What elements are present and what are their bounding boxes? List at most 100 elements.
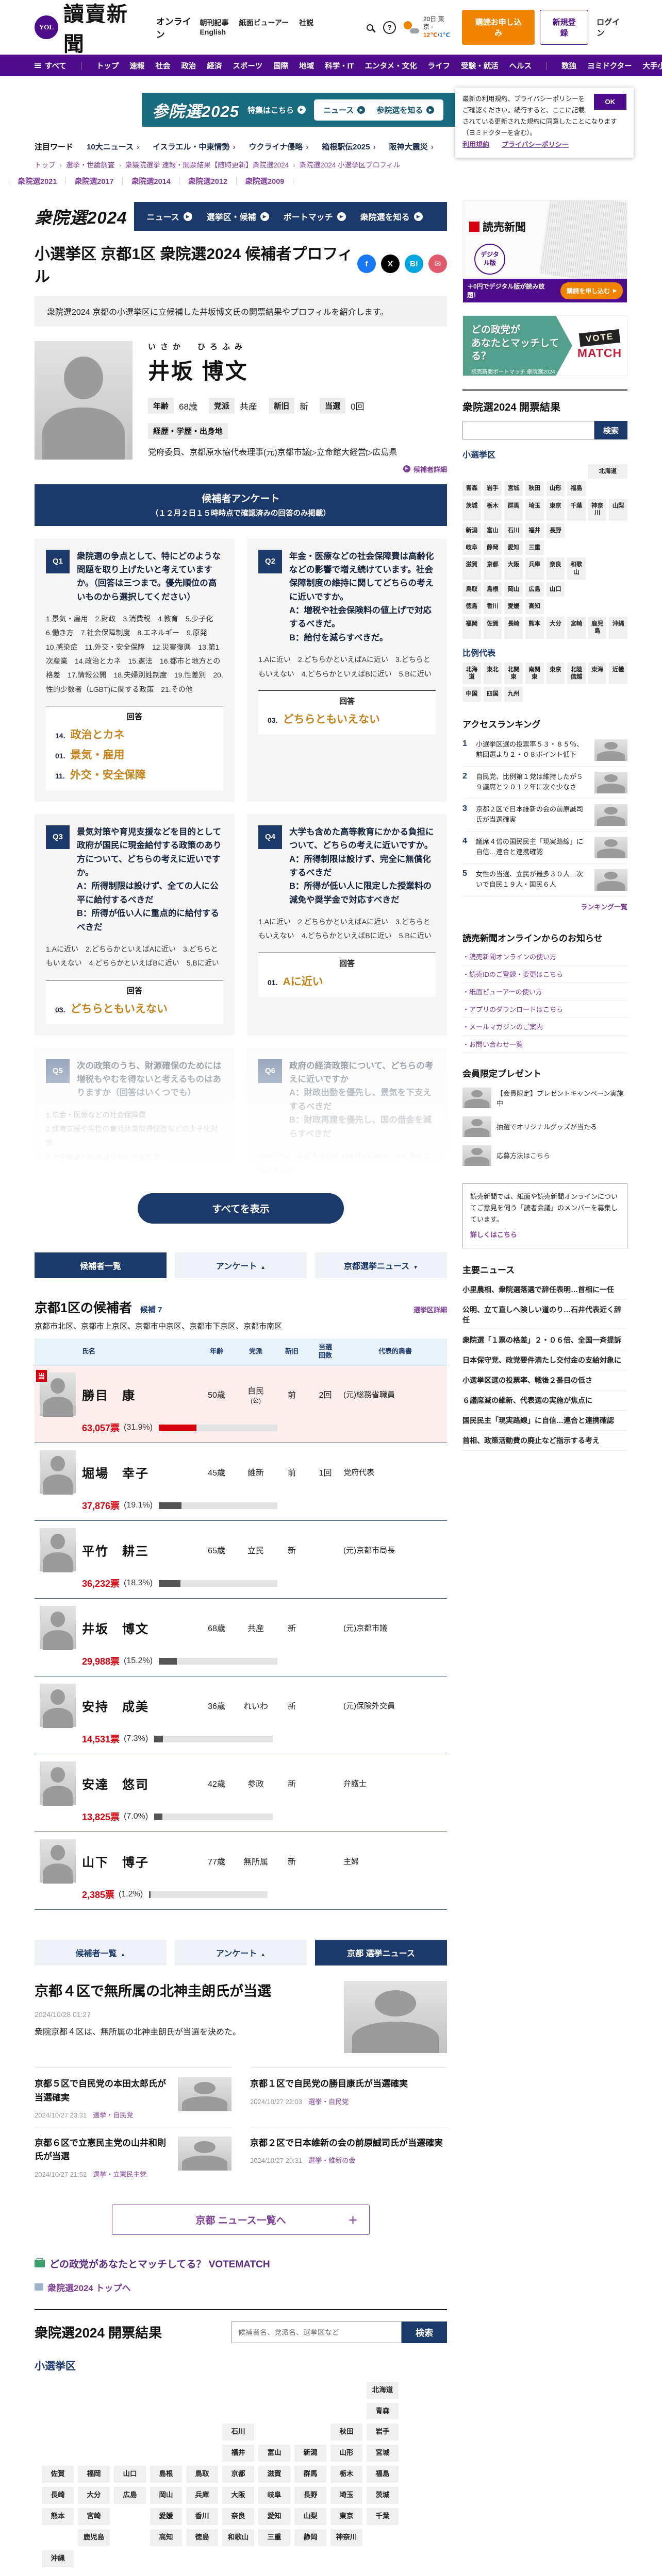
prefecture-button[interactable]: 秋田 (525, 481, 544, 496)
prefecture-button[interactable]: 富山 (483, 523, 502, 538)
prefecture-button[interactable]: 徳島 (462, 599, 481, 614)
block-button[interactable]: 東京 (546, 662, 565, 685)
prefecture-button[interactable]: 茨城 (367, 2487, 399, 2504)
notice-item[interactable]: ・紙面ビューアーの使い方 (462, 983, 627, 1001)
related-article[interactable]: 京都６区で立憲民主党の山井和則氏が当選 2024/10/27 21:52 選挙・立… (35, 2126, 231, 2186)
block-button[interactable]: 北海道 (462, 662, 481, 685)
weather-widget[interactable]: 20日 東京 › 12℃/1℃ (403, 15, 454, 40)
header-link[interactable]: English (200, 28, 226, 36)
prefecture-button[interactable]: 新潟 (294, 2445, 326, 2462)
prefecture-button[interactable]: 神奈川 (330, 2529, 362, 2546)
candidate-row[interactable]: 平竹 耕三 65歳 立民 新 (元)京都市局長 36,232票 (18.3%) (35, 1520, 447, 1598)
prefecture-button[interactable]: 茨城 (462, 498, 481, 521)
block-button[interactable]: 東海 (588, 662, 607, 685)
yomiuri-logo[interactable]: YOL 讀賣新聞 オンライン (35, 0, 200, 57)
election-nav-link[interactable]: 選挙区・候補 ▶ (207, 210, 269, 223)
prefecture-button[interactable]: 東京 (546, 498, 565, 521)
notice-item[interactable]: ・読売新聞オンラインの使い方 (462, 948, 627, 965)
prefecture-button[interactable]: 宮城 (504, 481, 523, 496)
prefecture-button[interactable]: 神奈川 (588, 498, 607, 521)
prefecture-button[interactable]: 滋賀 (462, 557, 481, 580)
subscribe-button[interactable]: 購読お申し込み (462, 10, 535, 45)
prefecture-button[interactable]: 福岡 (462, 616, 481, 639)
prefecture-button[interactable]: 高知 (150, 2529, 182, 2546)
prefecture-button[interactable]: 滋賀 (258, 2466, 290, 2483)
nav-item[interactable]: スポーツ (233, 60, 262, 71)
prefecture-button[interactable]: 岐阜 (258, 2487, 290, 2504)
ranking-more-link[interactable]: ランキング一覧 (462, 896, 627, 917)
results-search-button[interactable]: 検索 (402, 2321, 447, 2343)
consent-link[interactable]: プライバシーポリシー (502, 141, 569, 148)
block-button[interactable]: 中国 (462, 687, 481, 702)
prefecture-button[interactable]: 島根 (150, 2466, 182, 2483)
notice-item[interactable]: ・お問い合わせ一覧 (462, 1036, 627, 1053)
login-link[interactable]: ログイン (597, 16, 627, 38)
present-item[interactable]: 抽選でオリジナルグッズが当たる (462, 1112, 627, 1141)
breadcrumb-link[interactable]: 衆院選2024 小選挙区プロフィル (300, 161, 401, 169)
prefecture-button[interactable]: 佐賀 (483, 616, 502, 639)
block-button[interactable]: 南関東 (525, 662, 544, 685)
sidebar-search-input[interactable] (462, 421, 594, 439)
banner-link[interactable]: 参院選を知る ▶ (376, 105, 435, 115)
prefecture-button[interactable]: 愛知 (258, 2507, 290, 2525)
prefecture-button[interactable]: 長野 (294, 2487, 326, 2504)
nav-item[interactable]: 社会 (155, 60, 170, 71)
notice-item[interactable]: ・読売IDのご登録・変更はこちら (462, 965, 627, 983)
past-election-link[interactable]: 衆院選2009 (245, 178, 285, 186)
present-item[interactable]: 応募方法はこちら (462, 1141, 627, 1170)
prefecture-button[interactable]: 山形 (546, 481, 565, 496)
register-button[interactable]: 新規登録 (540, 10, 589, 45)
candidate-row[interactable]: 井坂 博文 68歳 共産 新 (元)京都市議 29,988票 (15.2%) (35, 1598, 447, 1676)
prefecture-button[interactable]: 岡山 (150, 2487, 182, 2504)
show-all-button[interactable]: すべてを表示 (138, 1193, 344, 1224)
votematch-link[interactable]: どの政党があなたとマッチしてる？ VOTEMATCH (35, 2257, 447, 2270)
ranking-item[interactable]: 4 議席４倍の国民民主「現実路線」に自信…連合と連携確認 (462, 832, 627, 864)
prefecture-button[interactable]: 和歌山 (567, 557, 586, 580)
prefecture-button[interactable]: 山梨 (294, 2507, 326, 2525)
nav-item[interactable]: すべて (35, 60, 67, 71)
candidate-row[interactable]: 安持 成美 36歳 れいわ 新 (元)保険外交員 14,531票 (7.3%) (35, 1676, 447, 1754)
prefecture-button[interactable]: 福井 (525, 523, 544, 538)
keyword-link[interactable]: 箱根駅伝2025 › (322, 143, 375, 151)
breadcrumb-link[interactable]: 選挙・世論調査 (66, 161, 115, 169)
prefecture-button[interactable]: 三重 (525, 540, 544, 555)
ranking-item[interactable]: 3 京都２区で日本維新の会の前原誠司氏が当選確実 (462, 799, 627, 832)
present-item[interactable]: 【会員限定】プレゼントキャンペーン実施中 (462, 1083, 627, 1112)
ad-subscribe-button[interactable]: 購読を申し込む ▶ (560, 282, 623, 299)
candidate-row[interactable]: 堀場 幸子 45歳 維新 前 1回 党府代表 37,876票 (19.1%) (35, 1443, 447, 1520)
past-election-link[interactable]: 衆院選2017 (75, 178, 114, 186)
header-link[interactable]: 朝刊記事 (200, 19, 228, 27)
prefecture-button[interactable]: 埼玉 (525, 498, 544, 521)
related-article[interactable]: 京都５区で自民党の本田太郎氏が当選確実 2024/10/27 23:31 選挙・自… (35, 2067, 231, 2127)
keyword-link[interactable]: ウクライナ侵略 › (249, 143, 309, 151)
prefecture-button[interactable]: 徳島 (186, 2529, 218, 2546)
prefecture-button[interactable]: 石川 (504, 523, 523, 538)
prefecture-button[interactable]: 富山 (258, 2445, 290, 2462)
votematch-banner[interactable]: どの政党が あなたとマッチしてる？ 読売新聞ボートマッチ 衆院選2024 VOT… (462, 315, 627, 376)
prefecture-button[interactable]: 奈良 (222, 2507, 254, 2525)
nav-item[interactable]: トップ (96, 60, 119, 71)
nav-item[interactable]: 経済 (207, 60, 222, 71)
nav-item[interactable]: ヘルス (509, 60, 532, 71)
prefecture-button[interactable]: 広島 (114, 2487, 146, 2504)
breadcrumb-link[interactable]: 衆議院選挙 速報・開票結果【随時更新】衆院選2024 (125, 161, 289, 169)
tag-link[interactable]: 選挙・自民党 (93, 2111, 133, 2119)
prefecture-button[interactable]: 鹿児島 (588, 616, 607, 639)
prefecture-button[interactable]: 愛媛 (150, 2507, 182, 2525)
prefecture-button[interactable]: 佐賀 (42, 2466, 74, 2483)
tab-京都選挙ニュース[interactable]: 京都選挙ニュース ▼ (315, 1252, 447, 1278)
prefecture-button[interactable]: 福島 (367, 2466, 399, 2483)
nav-item[interactable]: 速報 (129, 60, 144, 71)
notice-item[interactable]: ・メールマガジンのご案内 (462, 1018, 627, 1036)
block-button[interactable]: 北関東 (504, 662, 523, 685)
help-icon[interactable]: ? (383, 21, 396, 34)
hatena-icon[interactable]: B! (405, 255, 423, 273)
prefecture-button[interactable]: 熊本 (525, 616, 544, 639)
tab-候補者一覧[interactable]: 候補者一覧 (35, 1252, 167, 1278)
related-article[interactable]: 京都２区で日本維新の会の前原誠司氏が当選確実 2024/10/27 20:31 選… (250, 2126, 447, 2186)
prefecture-button[interactable]: 香川 (186, 2507, 218, 2525)
nav-item[interactable]: 地域 (299, 60, 314, 71)
featured-article[interactable]: 京都４区で無所属の北神圭朗氏が当選 2024/10/28 01:27 衆院京都４… (35, 1981, 447, 2054)
block-button[interactable]: 四国 (483, 687, 502, 702)
prefecture-button[interactable]: 岡山 (504, 582, 523, 597)
